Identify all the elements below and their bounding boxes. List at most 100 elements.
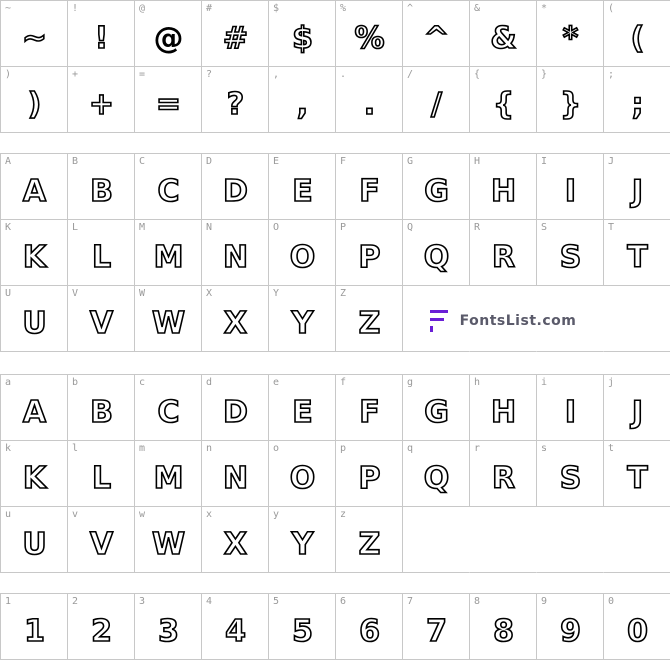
glyph-caption: K bbox=[5, 222, 12, 233]
glyph-caption: r bbox=[474, 443, 481, 454]
glyph-caption: * bbox=[541, 3, 548, 14]
glyph-cell: HH bbox=[469, 153, 537, 220]
glyph-sample: P bbox=[358, 239, 382, 276]
glyph-sample: 3 bbox=[157, 613, 179, 650]
glyph-cell: jJ bbox=[603, 374, 670, 441]
glyph-cell: lL bbox=[67, 440, 135, 507]
glyph-cell: vV bbox=[67, 506, 135, 573]
glyph-sample: N bbox=[222, 239, 249, 276]
glyph-cell: ?? bbox=[201, 66, 269, 133]
glyph-caption: # bbox=[206, 3, 213, 14]
glyph-cell: 77 bbox=[402, 593, 470, 660]
glyph-cell: * * bbox=[536, 0, 604, 67]
glyph-caption: 1 bbox=[5, 596, 12, 607]
glyph-sample: T bbox=[626, 460, 648, 497]
glyph-cell: $ $ bbox=[268, 0, 336, 67]
glyph-cell: PP bbox=[335, 219, 403, 286]
glyph-cell: JJ bbox=[603, 153, 670, 220]
glyph-sample: R bbox=[491, 460, 516, 497]
glyph-cell: nN bbox=[201, 440, 269, 507]
glyph-caption: s bbox=[541, 443, 548, 454]
glyph-sample: ? bbox=[226, 86, 245, 123]
glyph-sample: 8 bbox=[492, 613, 514, 650]
glyph-caption: 3 bbox=[139, 596, 146, 607]
glyph-sample: . bbox=[363, 86, 376, 123]
glyph-sample: { bbox=[492, 86, 515, 123]
glyph-cell: & & bbox=[469, 0, 537, 67]
glyph-caption: B bbox=[72, 156, 79, 167]
glyph-caption: H bbox=[474, 156, 481, 167]
glyph-caption: V bbox=[72, 288, 79, 299]
glyph-cell: sS bbox=[536, 440, 604, 507]
glyph-cell: aA bbox=[0, 374, 68, 441]
digits-section: 11223344556677889900 bbox=[0, 593, 670, 660]
glyph-caption: e bbox=[273, 377, 280, 388]
glyph-caption: t bbox=[608, 443, 615, 454]
glyph-caption: x bbox=[206, 509, 213, 520]
glyph-caption: k bbox=[5, 443, 12, 454]
empty-cell bbox=[402, 506, 470, 573]
glyph-caption: W bbox=[139, 288, 146, 299]
digits-grid: 11223344556677889900 bbox=[0, 593, 670, 660]
glyph-sample: M bbox=[153, 239, 184, 276]
glyph-cell: yY bbox=[268, 506, 336, 573]
empty-cell bbox=[469, 506, 537, 573]
glyph-caption: R bbox=[474, 222, 481, 233]
glyph-sample: H bbox=[490, 394, 517, 431]
glyph-sample: C bbox=[157, 394, 181, 431]
glyph-cell: tT bbox=[603, 440, 670, 507]
glyph-sample: V bbox=[89, 526, 114, 563]
glyph-sample: J bbox=[631, 394, 644, 431]
glyph-sample: ) bbox=[27, 86, 42, 123]
glyph-sample: ( bbox=[630, 20, 645, 57]
glyph-sample: M bbox=[153, 460, 184, 497]
glyph-caption: n bbox=[206, 443, 213, 454]
glyph-caption: w bbox=[139, 509, 146, 520]
glyph-caption: 8 bbox=[474, 596, 481, 607]
glyph-sample: A bbox=[22, 173, 47, 210]
glyph-cell: 22 bbox=[67, 593, 135, 660]
glyph-cell: bB bbox=[67, 374, 135, 441]
glyph-cell: kK bbox=[0, 440, 68, 507]
glyph-cell: dD bbox=[201, 374, 269, 441]
glyph-cell: GG bbox=[402, 153, 470, 220]
glyph-cell: 88 bbox=[469, 593, 537, 660]
glyph-sample: & bbox=[490, 20, 518, 57]
glyph-caption: D bbox=[206, 156, 213, 167]
glyph-caption: A bbox=[5, 156, 12, 167]
glyph-cell: gG bbox=[402, 374, 470, 441]
glyph-caption: J bbox=[608, 156, 615, 167]
glyph-cell: xX bbox=[201, 506, 269, 573]
glyph-cell: .. bbox=[335, 66, 403, 133]
glyph-sample: U bbox=[22, 305, 48, 342]
glyph-caption: G bbox=[407, 156, 414, 167]
empty-cell bbox=[603, 285, 670, 352]
glyph-cell: {{ bbox=[469, 66, 537, 133]
glyph-caption: O bbox=[273, 222, 280, 233]
glyph-cell: ,, bbox=[268, 66, 336, 133]
symbols-grid: ~ ~!! @ @ # # $ $%% ^ ^ & & * *(()) + + = =??,,.. / /{{}};; bbox=[0, 0, 670, 133]
glyph-sample: ; bbox=[631, 86, 645, 123]
glyph-caption: c bbox=[139, 377, 146, 388]
glyph-cell: RR bbox=[469, 219, 537, 286]
glyph-sample: } bbox=[559, 86, 582, 123]
glyph-caption: } bbox=[541, 69, 548, 80]
glyph-caption: E bbox=[273, 156, 280, 167]
glyph-caption: . bbox=[340, 69, 347, 80]
glyph-cell: 99 bbox=[536, 593, 604, 660]
glyph-cell: 55 bbox=[268, 593, 336, 660]
glyph-cell: 66 bbox=[335, 593, 403, 660]
glyph-sample: R bbox=[491, 239, 516, 276]
glyph-cell: XX bbox=[201, 285, 269, 352]
glyph-caption: d bbox=[206, 377, 213, 388]
glyph-cell: @ @ bbox=[134, 0, 202, 67]
glyph-cell: cC bbox=[134, 374, 202, 441]
glyph-cell: KK bbox=[0, 219, 68, 286]
glyph-cell: rR bbox=[469, 440, 537, 507]
glyph-cell: 00 bbox=[603, 593, 670, 660]
glyph-sample: J bbox=[631, 173, 644, 210]
uppercase-section: AABBCCDDEEFFGGHHIIJJKKLLMMNNOOPPQQRRSSTT… bbox=[0, 153, 670, 352]
glyph-cell: qQ bbox=[402, 440, 470, 507]
glyph-cell: WW bbox=[134, 285, 202, 352]
fontslist-logo-text: FontsList.com bbox=[459, 312, 577, 329]
